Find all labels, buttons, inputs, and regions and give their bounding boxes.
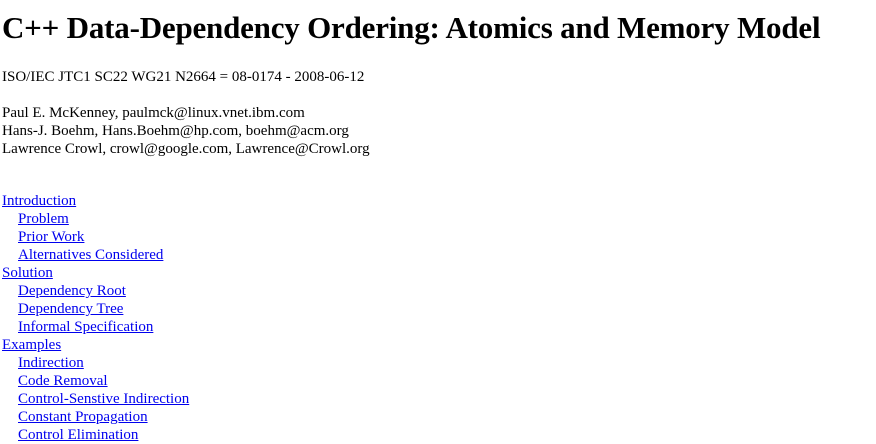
toc-entry-constant-propagation: Constant Propagation [2,408,189,426]
toc-entry-solution: Solution [2,264,189,282]
toc-link-prior-work[interactable]: Prior Work [18,229,84,245]
author-line: Lawrence Crowl, crowl@google.com, Lawren… [2,141,370,157]
author-line: Paul E. McKenney, paulmck@linux.vnet.ibm… [2,105,305,121]
toc-entry-problem: Problem [2,210,189,228]
toc-entry-control-elimination: Control Elimination [2,426,189,444]
toc-entry-dependency-tree: Dependency Tree [2,300,189,318]
toc-entry-examples: Examples [2,336,189,354]
toc-link-solution[interactable]: Solution [2,265,53,281]
toc-entry-dependency-root: Dependency Root [2,282,189,300]
toc-link-dependency-root[interactable]: Dependency Root [18,283,126,299]
page-title: C++ Data-Dependency Ordering: Atomics an… [2,10,821,45]
toc-entry-alternatives-considered: Alternatives Considered [2,246,189,264]
toc-entry-code-removal: Code Removal [2,372,189,390]
author-list: Paul E. McKenney, paulmck@linux.vnet.ibm… [2,104,370,158]
toc-link-constant-propagation[interactable]: Constant Propagation [18,409,148,425]
toc-entry-control-sensitive-indirection: Control-Senstive Indirection [2,390,189,408]
author-line: Hans-J. Boehm, Hans.Boehm@hp.com, boehm@… [2,123,349,139]
toc-entry-introduction: Introduction [2,192,189,210]
toc-link-problem[interactable]: Problem [18,211,69,227]
toc-link-control-elimination[interactable]: Control Elimination [18,427,138,443]
document-number: ISO/IEC JTC1 SC22 WG21 N2664 = 08-0174 -… [2,69,365,85]
toc-link-indirection[interactable]: Indirection [18,355,84,371]
toc-link-introduction[interactable]: Introduction [2,193,76,209]
toc-entry-informal-specification: Informal Specification [2,318,189,336]
toc-link-control-sensitive-indirection[interactable]: Control-Senstive Indirection [18,391,189,407]
toc-entry-indirection: Indirection [2,354,189,372]
toc-link-examples[interactable]: Examples [2,337,61,353]
toc-link-alternatives-considered[interactable]: Alternatives Considered [18,247,163,263]
toc-link-dependency-tree[interactable]: Dependency Tree [18,301,123,317]
table-of-contents: Introduction Problem Prior Work Alternat… [2,192,189,444]
toc-link-informal-specification[interactable]: Informal Specification [18,319,153,335]
toc-link-code-removal[interactable]: Code Removal [18,373,108,389]
toc-entry-prior-work: Prior Work [2,228,189,246]
